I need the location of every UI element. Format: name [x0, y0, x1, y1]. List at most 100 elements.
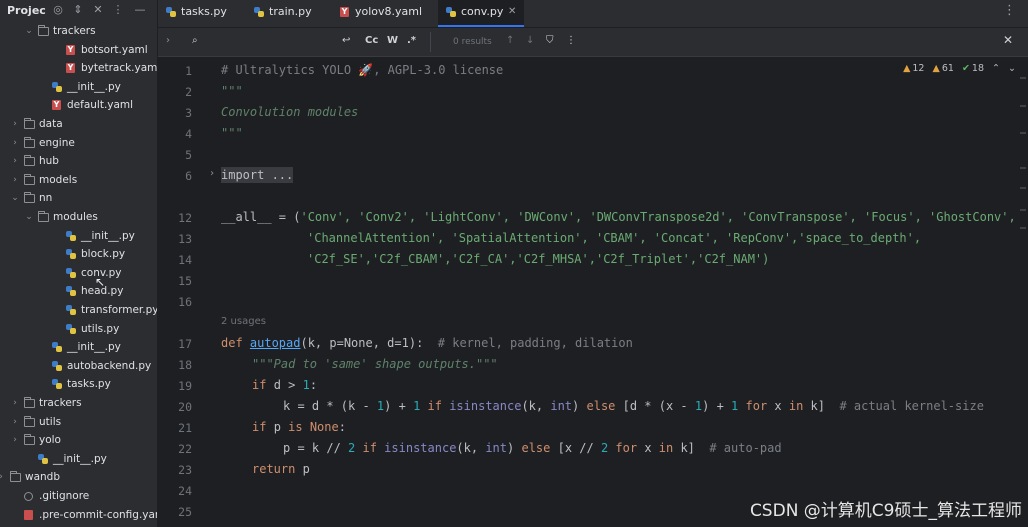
- tree-item[interactable]: __init__.py: [0, 450, 157, 468]
- tab-conv-py[interactable]: conv.py ✕: [438, 0, 524, 27]
- tree-item[interactable]: ⌄ trackers: [0, 22, 157, 40]
- chevron-right-icon[interactable]: ›: [10, 134, 20, 152]
- code-text: ) +: [702, 399, 732, 413]
- collapse-icon[interactable]: ⇕: [72, 4, 84, 16]
- tree-item[interactable]: conv.py: [0, 264, 157, 282]
- usages-hint[interactable]: 2 usages: [221, 316, 266, 327]
- tree-item[interactable]: autobackend.py: [0, 357, 157, 375]
- more-options-icon[interactable]: ⋮: [566, 35, 576, 46]
- tab-tasks-py[interactable]: tasks.py: [158, 0, 246, 26]
- tree-item[interactable]: ⌄ nn: [0, 189, 157, 207]
- scroll-mark: [1020, 167, 1026, 169]
- tree-item[interactable]: head.py: [0, 282, 157, 300]
- tree-item-label: trackers: [39, 397, 82, 409]
- chevron-down-icon[interactable]: ⌄: [24, 208, 34, 226]
- chevron-right-icon[interactable]: ›: [10, 115, 20, 133]
- tree-item[interactable]: tasks.py: [0, 375, 157, 393]
- line-number: 21: [178, 421, 192, 435]
- line-number: 1: [185, 64, 192, 78]
- chevron-right-icon[interactable]: ›: [0, 468, 6, 486]
- more-icon[interactable]: ⋮: [112, 4, 124, 16]
- chevron-down-icon[interactable]: ⌄: [1008, 63, 1016, 74]
- chevron-up-icon[interactable]: ⌃: [992, 63, 1000, 74]
- tree-item[interactable]: › hub: [0, 152, 157, 170]
- close-find-icon[interactable]: ✕: [1003, 33, 1013, 47]
- chevron-right-icon[interactable]: ›: [10, 152, 20, 170]
- tab-menu-icon[interactable]: ⋮: [1003, 3, 1016, 18]
- python-file-icon: [254, 7, 264, 17]
- close-icon[interactable]: ✕: [92, 4, 104, 16]
- code-text: p: [302, 462, 310, 476]
- code-text: k = d * (k -: [283, 399, 377, 413]
- target-icon[interactable]: ◎: [52, 4, 64, 16]
- editor-scrollbar[interactable]: [1020, 57, 1026, 527]
- tree-item[interactable]: __init__.py: [0, 338, 157, 356]
- tree-item[interactable]: ⌄ modules: [0, 208, 157, 226]
- tree-item-label: data: [39, 118, 63, 130]
- scroll-mark: [1020, 77, 1026, 79]
- search-icon[interactable]: ⌕: [192, 35, 198, 46]
- tree-item[interactable]: transformer.py: [0, 301, 157, 319]
- python-file-icon: [166, 7, 176, 17]
- folder-icon: [24, 192, 35, 204]
- tree-item[interactable]: › models: [0, 171, 157, 189]
- folder-icon: [10, 471, 21, 483]
- function-name[interactable]: autopad: [250, 336, 301, 350]
- sidebar-title[interactable]: Projec: [7, 4, 46, 17]
- folder-icon: [38, 211, 49, 222]
- tree-item[interactable]: .pre-commit-config.yam: [0, 506, 157, 524]
- tab-label: train.py: [269, 5, 312, 18]
- tab-yolov8-yaml[interactable]: Y yolov8.yaml: [332, 0, 432, 26]
- if-keyword: if: [252, 378, 274, 392]
- minimize-icon[interactable]: —: [134, 4, 146, 16]
- tree-item[interactable]: __init__.py: [0, 78, 157, 96]
- close-tab-icon[interactable]: ✕: [508, 0, 516, 24]
- next-occurrence-icon[interactable]: ↓: [526, 35, 534, 46]
- tree-item[interactable]: › yolo: [0, 431, 157, 449]
- tree-item[interactable]: Ydefault.yaml: [0, 96, 157, 114]
- tree-item[interactable]: utils.py: [0, 320, 157, 338]
- tree-item[interactable]: › utils: [0, 413, 157, 431]
- scroll-mark: [1020, 209, 1026, 211]
- line-number: 6: [185, 169, 192, 183]
- chevron-down-icon[interactable]: ⌄: [10, 189, 20, 207]
- match-case-toggle[interactable]: Cc: [365, 35, 378, 46]
- tree-item[interactable]: › engine: [0, 134, 157, 152]
- code-line-14: 'C2f_SE','C2f_CBAM','C2f_CA','C2f_MHSA',…: [307, 252, 770, 266]
- filter-icon[interactable]: ⛉: [546, 35, 554, 46]
- builtin: isinstance: [449, 399, 522, 413]
- project-sidebar: Projec ◎ ⇕ ✕ ⋮ — ⌄ trackers Ybotsort.yaml Y…: [0, 0, 158, 527]
- line-number: 24: [178, 484, 192, 498]
- tree-item[interactable]: __init__.py: [0, 227, 157, 245]
- chevron-down-icon[interactable]: ⌄: [24, 22, 34, 40]
- chevron-right-icon[interactable]: ›: [10, 413, 20, 431]
- scroll-mark: [1020, 132, 1026, 134]
- previous-occurrence-icon[interactable]: ↑: [506, 35, 514, 46]
- line-number: 25: [178, 505, 192, 519]
- tree-item[interactable]: › wandb: [0, 468, 157, 486]
- new-line-icon[interactable]: ↩: [342, 35, 350, 46]
- tree-item[interactable]: › trackers: [0, 394, 157, 412]
- fold-chevron-icon[interactable]: ›: [209, 168, 215, 179]
- expand-replace-icon[interactable]: ›: [166, 35, 170, 46]
- chevron-right-icon[interactable]: ›: [10, 394, 20, 412]
- code-editor[interactable]: ▲ 12 ▲ 61 ✔ 18 ⌃ ⌄ 1 2 3 4 5 6 12 13 14 15 16 17 18 19 20…: [158, 57, 1028, 527]
- code-line-3: Convolution modules: [221, 105, 359, 119]
- inspection-widget[interactable]: ▲ 12 ▲ 61 ✔ 18 ⌃ ⌄: [898, 63, 1016, 74]
- none-keyword: None: [309, 420, 339, 434]
- folder-icon: [24, 434, 35, 446]
- tree-item[interactable]: Ybotsort.yaml: [0, 41, 157, 59]
- regex-toggle[interactable]: .*: [407, 35, 416, 46]
- chevron-right-icon[interactable]: ›: [10, 171, 20, 189]
- tree-item-label: yolo: [39, 434, 61, 447]
- tree-item[interactable]: .gitignore: [0, 487, 157, 505]
- tree-item[interactable]: block.py: [0, 245, 157, 263]
- tree-item[interactable]: › data: [0, 115, 157, 133]
- chevron-right-icon[interactable]: ›: [10, 431, 20, 449]
- folded-imports[interactable]: import ...: [221, 167, 294, 183]
- words-toggle[interactable]: W: [387, 35, 398, 46]
- tab-train-py[interactable]: train.py: [246, 0, 326, 26]
- for-keyword: for: [608, 441, 645, 455]
- tree-item[interactable]: Ybytetrack.yaml: [0, 59, 157, 77]
- code-line-13: 'ChannelAttention', 'SpatialAttention', …: [307, 231, 922, 245]
